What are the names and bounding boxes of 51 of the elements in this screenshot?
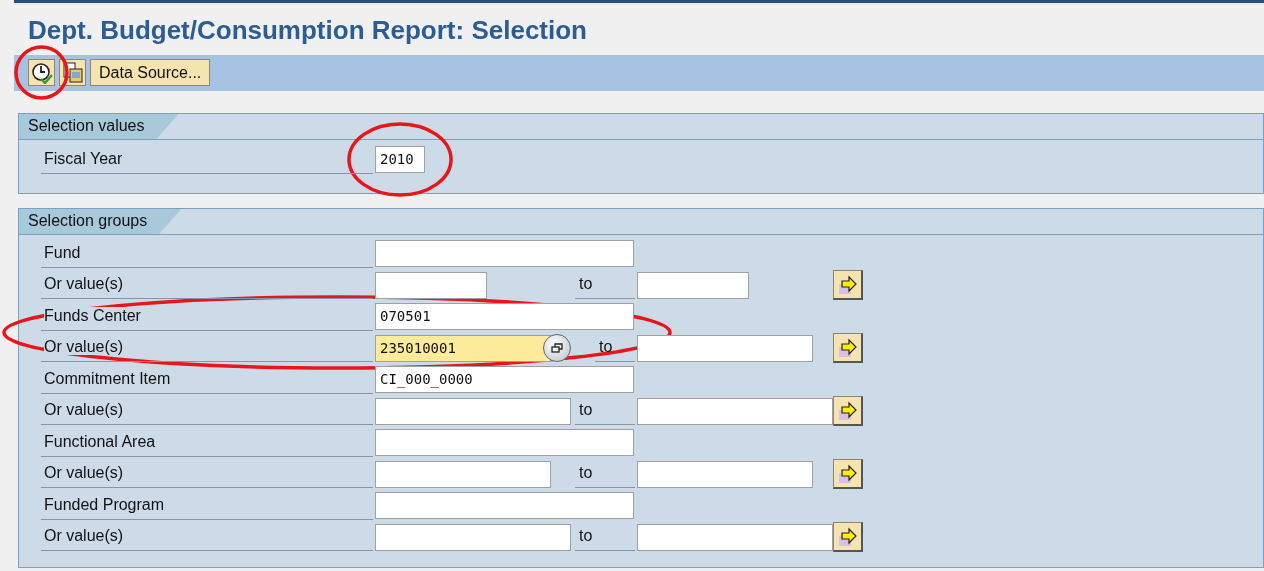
lookup-button[interactable] (543, 334, 571, 363)
field-label: Functional Area (44, 432, 156, 450)
execute-button[interactable] (28, 59, 55, 86)
from-field[interactable] (375, 397, 571, 425)
field-label: Or value(s) (44, 464, 124, 482)
to-label: to (575, 523, 635, 552)
multiple-selection-button[interactable] (833, 270, 863, 301)
to-field[interactable] (637, 334, 813, 362)
field-label: Or value(s) (44, 401, 124, 419)
input-field[interactable] (375, 429, 634, 457)
input-field[interactable]: 070501 (375, 303, 634, 331)
arrow-icon (836, 462, 859, 485)
arrow-icon (836, 525, 859, 548)
multiple-selection-button[interactable] (833, 396, 863, 427)
fiscal-year-field[interactable]: 2010 (375, 146, 425, 174)
input-field[interactable]: CI_000_0000 (375, 366, 634, 394)
field-label: Commitment Item (44, 369, 171, 387)
windows-icon (551, 343, 563, 354)
to-field[interactable] (637, 397, 833, 425)
field-label: Or value(s) (44, 527, 124, 545)
to-field[interactable] (637, 460, 813, 488)
to-field[interactable] (637, 271, 749, 299)
multiple-selection-button[interactable] (833, 459, 863, 490)
field-label: Funds Center (44, 306, 141, 324)
group-title: Selection groups (19, 209, 182, 234)
field-label: Funded Program (44, 495, 165, 513)
field-label: Or value(s) (44, 275, 124, 293)
group-title: Selection values (19, 114, 179, 139)
to-label: to (595, 334, 635, 363)
from-field[interactable] (375, 460, 551, 488)
to-field[interactable] (637, 523, 833, 551)
to-label: to (575, 460, 635, 489)
multiple-selection-button[interactable] (833, 522, 863, 553)
multiple-selection-button[interactable] (833, 333, 863, 364)
clock-check-icon (30, 61, 53, 84)
field-label: Fund (44, 243, 81, 261)
arrow-icon (836, 273, 859, 296)
from-field[interactable] (375, 523, 571, 551)
arrow-icon (836, 336, 859, 359)
copy-icon (62, 61, 83, 84)
page-title: Dept. Budget/Consumption Report: Selection (28, 15, 588, 45)
field-label: Fiscal Year (41, 145, 373, 174)
input-field[interactable] (375, 492, 634, 520)
from-field[interactable] (375, 271, 487, 299)
input-field[interactable] (375, 240, 634, 268)
to-label: to (575, 271, 635, 300)
arrow-icon (836, 399, 859, 422)
data-source-button[interactable]: Data Source... (90, 59, 211, 86)
to-label: to (575, 397, 635, 426)
from-field[interactable]: 235010001 (375, 334, 551, 362)
field-label: Or value(s) (44, 338, 124, 356)
